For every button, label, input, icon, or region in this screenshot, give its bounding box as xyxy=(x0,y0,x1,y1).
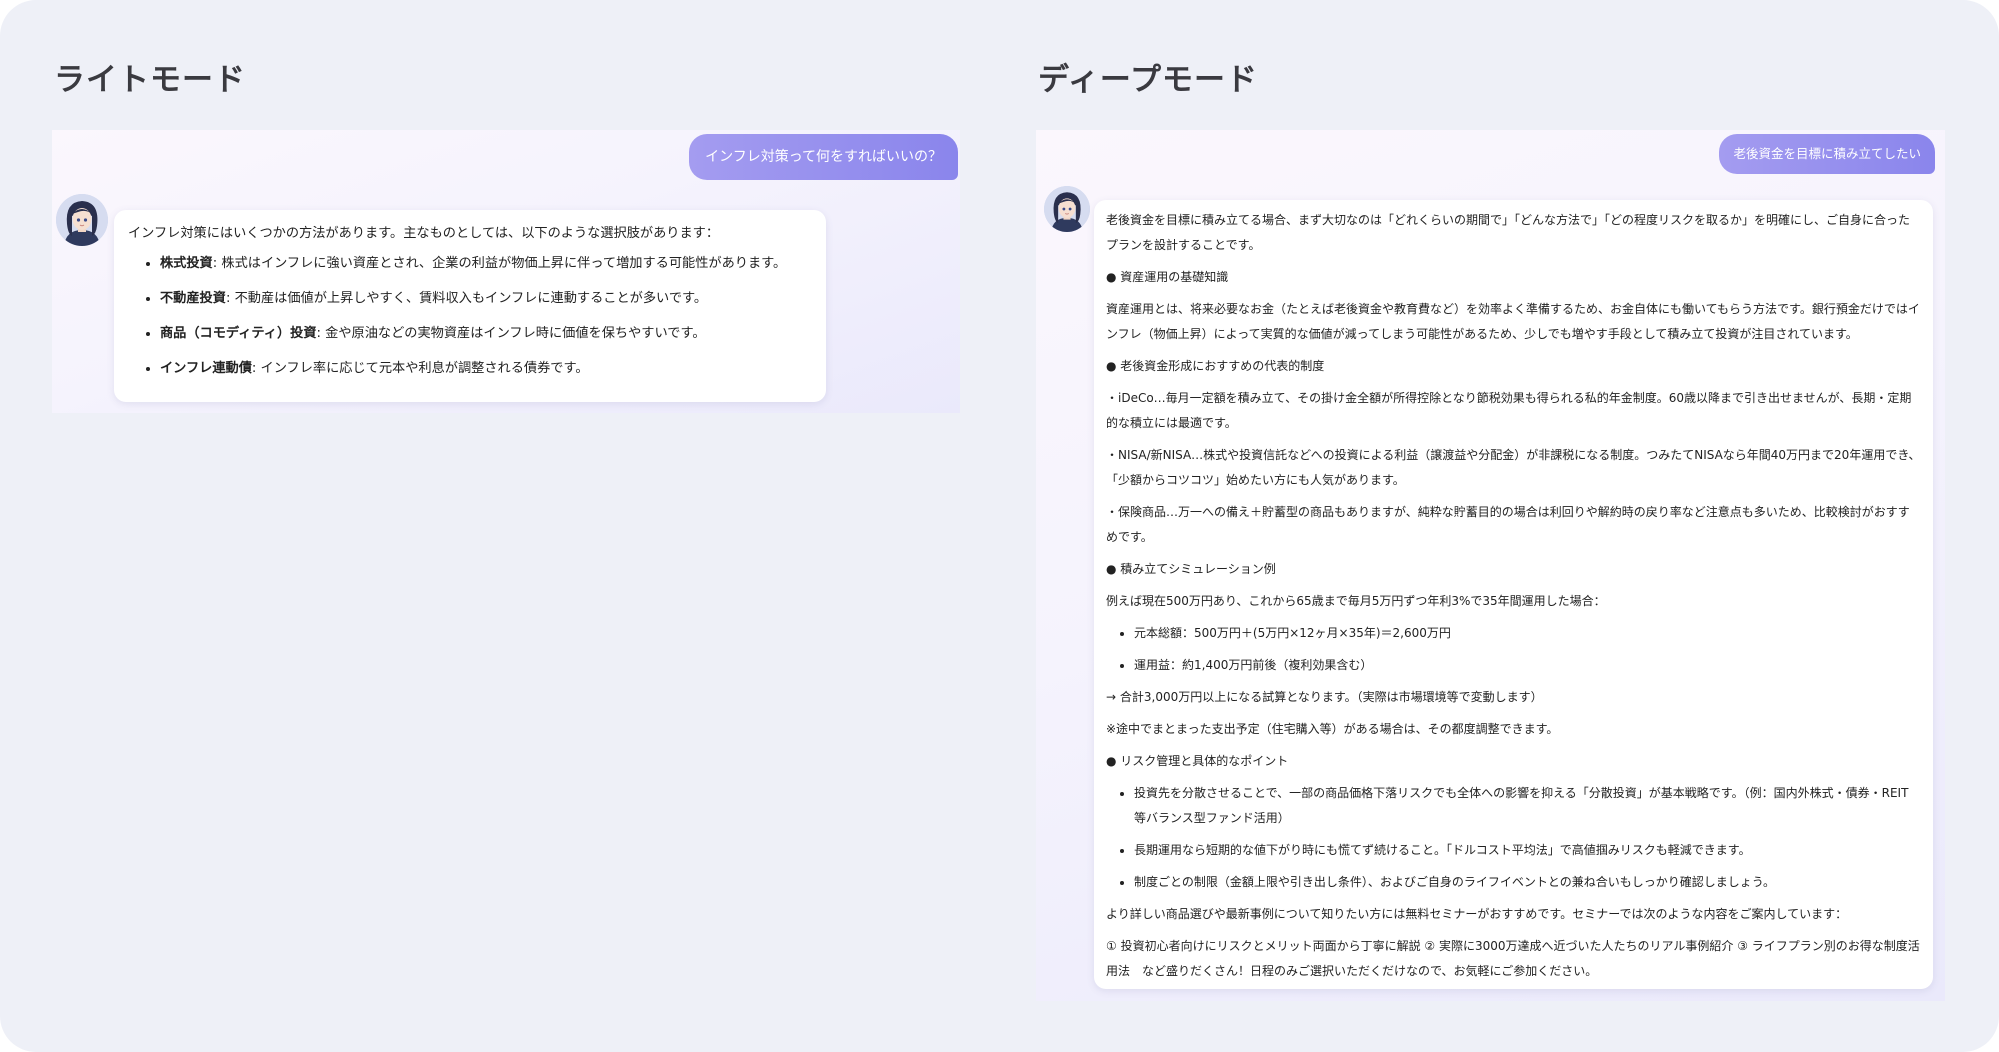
list-item: 長期運用なら短期的な値下がり時にも慌てず続けること。「ドルコスト平均法」で高値掴… xyxy=(1134,838,1921,863)
paragraph: 資産運用とは、将来必要なお金（たとえば老後資金や教育費など）を効率よく準備するた… xyxy=(1106,302,1920,341)
list-item: 運用益：約1,400万円前後（複利効果含む） xyxy=(1134,653,1921,678)
item-desc: : インフレ率に応じて元本や利息が調整される債券です。 xyxy=(251,361,589,376)
deep-mode-chat-panel: 老後資金を目標に積み立てしたい 老後資金を目標に積み立てる場合、まず大切なのは「… xyxy=(1036,130,1945,1001)
paragraph: 例えば現在500万円あり、これから65歳まで毎月5万円ずつ年利3%で35年間運用… xyxy=(1106,594,1606,608)
list-item: 投資先を分散させることで、一部の商品価格下落リスクでも全体への影響を抑える「分散… xyxy=(1134,781,1921,831)
list-item: インフレ連動債: インフレ率に応じて元本や利息が調整される債券です。 xyxy=(160,359,812,379)
assistant-avatar xyxy=(1044,186,1090,232)
paragraph: ※途中でまとまった支出予定（住宅購入等）がある場合は、その都度調整できます。 xyxy=(1106,722,1559,736)
item-term: 商品（コモディティ）投資 xyxy=(160,326,317,341)
assistant-reply-card: インフレ対策にはいくつかの方法があります。主なものとしては、以下のような選択肢が… xyxy=(114,210,826,402)
paragraph: ① 投資初心者向けにリスクとメリット両面から丁寧に解説 ② 実際に3000万達成… xyxy=(1106,939,1920,978)
section-heading: ● 老後資金形成におすすめの代表的制度 xyxy=(1106,359,1325,373)
paragraph: より詳しい商品選びや最新事例について知りたい方には無料セミナーがおすすめです。セ… xyxy=(1106,907,1848,921)
simulation-list: 元本総額：500万円＋(5万円×12ヶ月×35年)＝2,600万円 運用益：約1… xyxy=(1106,621,1921,678)
list-item: 不動産投資: 不動産は価値が上昇しやすく、賃料収入もインフレに連動することが多い… xyxy=(160,289,812,309)
item-desc: : 株式はインフレに強い資産とされ、企業の利益が物価上昇に伴って増加する可能性が… xyxy=(212,256,787,271)
reply-intro: 老後資金を目標に積み立てる場合、まず大切なのは「どれくらいの期間で」「どんな方法… xyxy=(1106,213,1911,252)
item-term: インフレ連動債 xyxy=(160,361,252,376)
paragraph: ・iDeCo…毎月一定額を積み立て、その掛け金全額が所得控除となり節税効果も得ら… xyxy=(1106,391,1912,430)
section-heading: ● リスク管理と具体的なポイント xyxy=(1106,754,1289,768)
reply-options-list: 株式投資: 株式はインフレに強い資産とされ、企業の利益が物価上昇に伴って増加する… xyxy=(128,254,812,379)
light-mode-title: ライトモード xyxy=(54,62,246,98)
paragraph: → 合計3,000万円以上になる試算となります。（実際は市場環境等で変動します） xyxy=(1106,690,1543,704)
section-heading: ● 積み立てシミュレーション例 xyxy=(1106,562,1276,576)
user-question-bubble: インフレ対策って何をすればいいの？ xyxy=(689,134,958,180)
list-item: 元本総額：500万円＋(5万円×12ヶ月×35年)＝2,600万円 xyxy=(1134,621,1921,646)
page-frame: ライトモード ディープモード インフレ対策って何をすればいいの？ インフレ対策に… xyxy=(0,0,1999,1052)
paragraph: ・保険商品…万一への備え＋貯蓄型の商品もありますが、純粋な貯蓄目的の場合は利回り… xyxy=(1106,505,1910,544)
list-item: 制度ごとの制限（金額上限や引き出し条件）、およびご自身のライフイベントとの兼ね合… xyxy=(1134,870,1921,895)
item-term: 株式投資 xyxy=(160,256,213,271)
deep-mode-title: ディープモード xyxy=(1038,62,1258,98)
risk-points-list: 投資先を分散させることで、一部の商品価格下落リスクでも全体への影響を抑える「分散… xyxy=(1106,781,1921,895)
list-item: 商品（コモディティ）投資: 金や原油などの実物資産はインフレ時に価値を保ちやすい… xyxy=(160,324,812,344)
assistant-reply-card: 老後資金を目標に積み立てる場合、まず大切なのは「どれくらいの期間で」「どんな方法… xyxy=(1094,200,1933,989)
item-desc: : 不動産は価値が上昇しやすく、賃料収入もインフレに連動することが多いです。 xyxy=(225,291,708,306)
item-term: 不動産投資 xyxy=(160,291,226,306)
paragraph: ・NISA/新NISA…株式や投資信託などへの投資による利益（譲渡益や分配金）が… xyxy=(1106,448,1921,487)
section-heading: ● 資産運用の基礎知識 xyxy=(1106,270,1229,284)
user-question-bubble: 老後資金を目標に積み立てしたい xyxy=(1719,134,1935,174)
item-desc: : 金や原油などの実物資産はインフレ時に価値を保ちやすいです。 xyxy=(316,326,706,341)
assistant-avatar xyxy=(56,194,108,246)
light-mode-chat-panel: インフレ対策って何をすればいいの？ インフレ対策にはいくつかの方法があります。主… xyxy=(52,130,960,413)
list-item: 株式投資: 株式はインフレに強い資産とされ、企業の利益が物価上昇に伴って増加する… xyxy=(160,254,812,274)
reply-intro: インフレ対策にはいくつかの方法があります。主なものとしては、以下のような選択肢が… xyxy=(128,226,720,241)
